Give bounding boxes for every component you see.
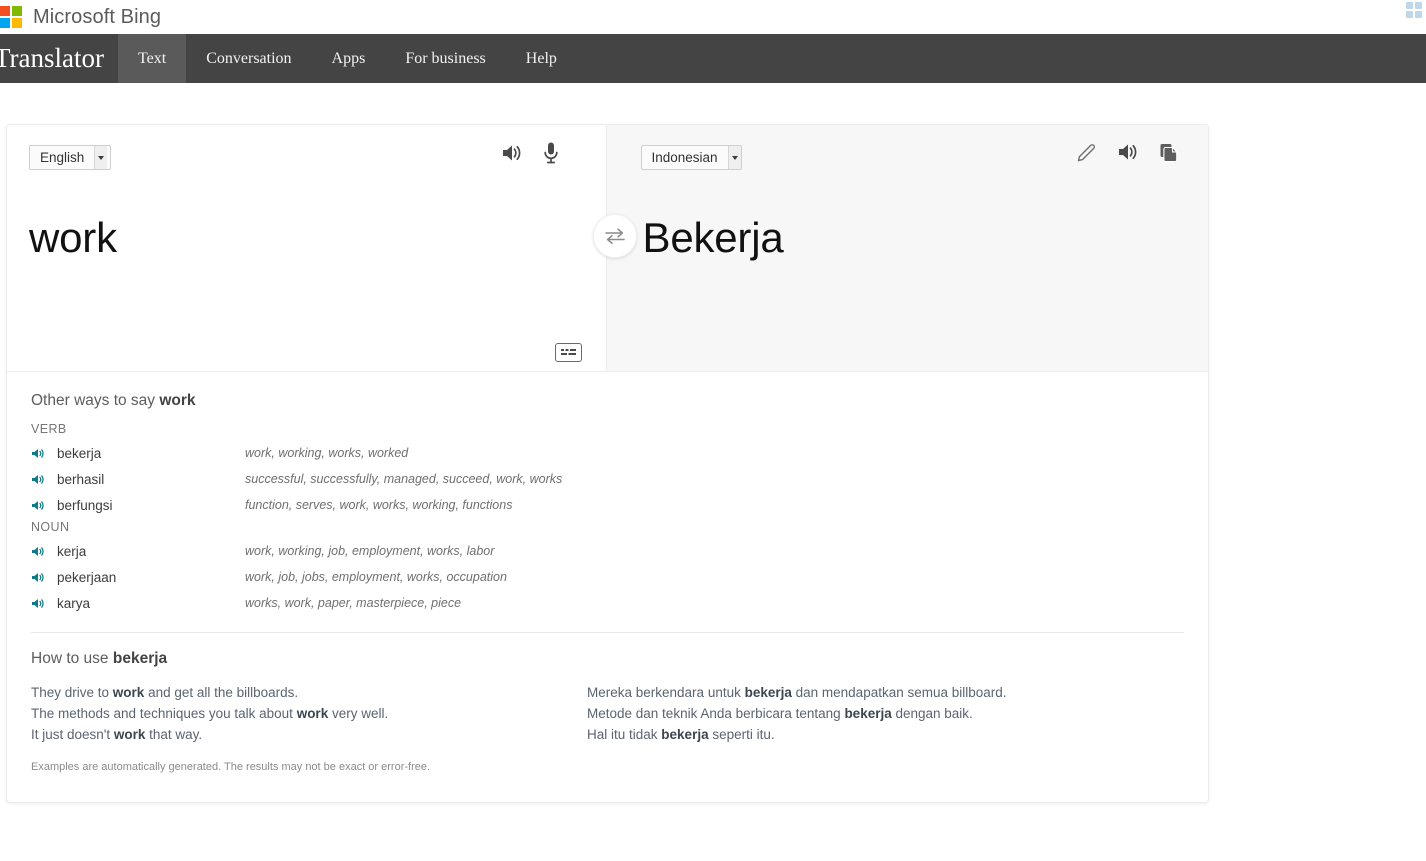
app-launcher-icon[interactable] — [1406, 2, 1426, 22]
dictionary-back-translations: work, working, works, worked — [245, 446, 408, 460]
dictionary-heading: Other ways to say work — [31, 392, 1184, 410]
source-text[interactable]: work — [29, 213, 117, 263]
pos-label-verb: VERB — [31, 422, 1184, 436]
examples-target-column: Mereka berkendara untuk bekerja dan mend… — [587, 682, 1143, 745]
example-keyword: work — [113, 685, 145, 700]
speaker-icon[interactable] — [31, 545, 53, 558]
target-tools — [1076, 141, 1180, 163]
example-text: Hal itu tidak — [587, 727, 661, 742]
translator-brand[interactable]: Translator — [0, 34, 118, 83]
translator-navbar: Translator Text Conversation Apps For bu… — [0, 34, 1426, 83]
dictionary-row[interactable]: berhasil successful, successfully, manag… — [31, 466, 1184, 492]
dictionary-row[interactable]: kerja work, working, job, employment, wo… — [31, 538, 1184, 564]
examples-grid: They drive to work and get all the billb… — [31, 682, 1184, 745]
example-source-line: They drive to work and get all the billb… — [31, 682, 587, 703]
target-pane: Indonesian — [607, 125, 1209, 371]
dictionary-row[interactable]: berfungsi function, serves, work, works,… — [31, 492, 1184, 518]
chevron-down-icon — [728, 146, 741, 169]
dictionary-back-translations: work, job, jobs, employment, works, occu… — [245, 570, 507, 584]
dictionary-section: Other ways to say work VERB bekerja work… — [7, 372, 1208, 616]
usage-heading: How to use bekerja — [31, 650, 1184, 668]
usage-heading-term: bekerja — [113, 650, 167, 667]
keyboard-icon[interactable] — [555, 343, 582, 362]
dictionary-term[interactable]: karya — [53, 596, 245, 611]
usage-heading-prefix: How to use — [31, 650, 113, 667]
examples-disclaimer: Examples are automatically generated. Th… — [31, 761, 1184, 773]
dictionary-term[interactable]: berfungsi — [53, 498, 245, 513]
dictionary-back-translations: works, work, paper, masterpiece, piece — [245, 596, 461, 610]
microphone-icon[interactable] — [542, 141, 560, 165]
example-text: dan mendapatkan semua billboard. — [792, 685, 1007, 700]
speaker-icon[interactable] — [500, 142, 524, 164]
source-pane: English — [7, 125, 607, 371]
pencil-icon[interactable] — [1076, 141, 1098, 163]
dictionary-row[interactable]: pekerjaan work, job, jobs, employment, w… — [31, 564, 1184, 590]
bing-header: Microsoft Bing — [0, 0, 1426, 34]
nav-item-for-business[interactable]: For business — [385, 34, 505, 83]
target-language-label: Indonesian — [652, 150, 728, 165]
translator-card: English — [6, 124, 1209, 803]
speaker-icon[interactable] — [1116, 141, 1140, 163]
dictionary-heading-prefix: Other ways to say — [31, 392, 159, 409]
example-text: dengan baik. — [892, 706, 973, 721]
example-text: They drive to — [31, 685, 113, 700]
translation-panes: English — [7, 125, 1208, 372]
nav-item-text[interactable]: Text — [118, 34, 186, 83]
example-target-line: Mereka berkendara untuk bekerja dan mend… — [587, 682, 1143, 703]
source-tools — [500, 141, 560, 165]
dictionary-heading-term: work — [159, 392, 195, 409]
speaker-icon[interactable] — [31, 571, 53, 584]
dictionary-row[interactable]: bekerja work, working, works, worked — [31, 440, 1184, 466]
dictionary-back-translations: work, working, job, employment, works, l… — [245, 544, 494, 558]
example-text: It just doesn't — [31, 727, 114, 742]
example-keyword: work — [114, 727, 146, 742]
source-language-select[interactable]: English — [29, 145, 111, 170]
example-keyword: work — [297, 706, 329, 721]
example-target-line: Metode dan teknik Anda berbicara tentang… — [587, 703, 1143, 724]
target-text: Bekerja — [643, 213, 784, 263]
example-text: very well. — [328, 706, 388, 721]
dictionary-term[interactable]: kerja — [53, 544, 245, 559]
example-target-line: Hal itu tidak bekerja seperti itu. — [587, 724, 1143, 745]
dictionary-back-translations: function, serves, work, works, working, … — [245, 498, 512, 512]
example-keyword: bekerja — [745, 685, 792, 700]
usage-section: How to use bekerja They drive to work an… — [7, 633, 1208, 773]
example-keyword: bekerja — [844, 706, 891, 721]
example-keyword: bekerja — [661, 727, 708, 742]
speaker-icon[interactable] — [31, 473, 53, 486]
example-text: Metode dan teknik Anda berbicara tentang — [587, 706, 844, 721]
source-language-label: English — [40, 150, 94, 165]
dictionary-term[interactable]: pekerjaan — [53, 570, 245, 585]
microsoft-logo-icon[interactable] — [0, 6, 22, 28]
dictionary-row[interactable]: karya works, work, paper, masterpiece, p… — [31, 590, 1184, 616]
nav-item-help[interactable]: Help — [506, 34, 577, 83]
chevron-down-icon — [94, 146, 107, 169]
example-text: The methods and techniques you talk abou… — [31, 706, 297, 721]
speaker-icon[interactable] — [31, 499, 53, 512]
examples-source-column: They drive to work and get all the billb… — [31, 682, 587, 745]
nav-item-apps[interactable]: Apps — [312, 34, 386, 83]
dictionary-term[interactable]: berhasil — [53, 472, 245, 487]
copy-icon[interactable] — [1158, 141, 1180, 163]
bing-wordmark[interactable]: Microsoft Bing — [33, 6, 161, 29]
example-source-line: It just doesn't work that way. — [31, 724, 587, 745]
example-source-line: The methods and techniques you talk abou… — [31, 703, 587, 724]
swap-languages-icon[interactable] — [593, 214, 637, 258]
dictionary-term[interactable]: bekerja — [53, 446, 245, 461]
speaker-icon[interactable] — [31, 597, 53, 610]
target-language-select[interactable]: Indonesian — [641, 145, 742, 170]
example-text: Mereka berkendara untuk — [587, 685, 745, 700]
dictionary-back-translations: successful, successfully, managed, succe… — [245, 472, 562, 486]
speaker-icon[interactable] — [31, 447, 53, 460]
example-text: seperti itu. — [709, 727, 775, 742]
example-text: that way. — [145, 727, 202, 742]
pos-label-noun: NOUN — [31, 520, 1184, 534]
example-text: and get all the billboards. — [144, 685, 298, 700]
nav-item-conversation[interactable]: Conversation — [186, 34, 311, 83]
